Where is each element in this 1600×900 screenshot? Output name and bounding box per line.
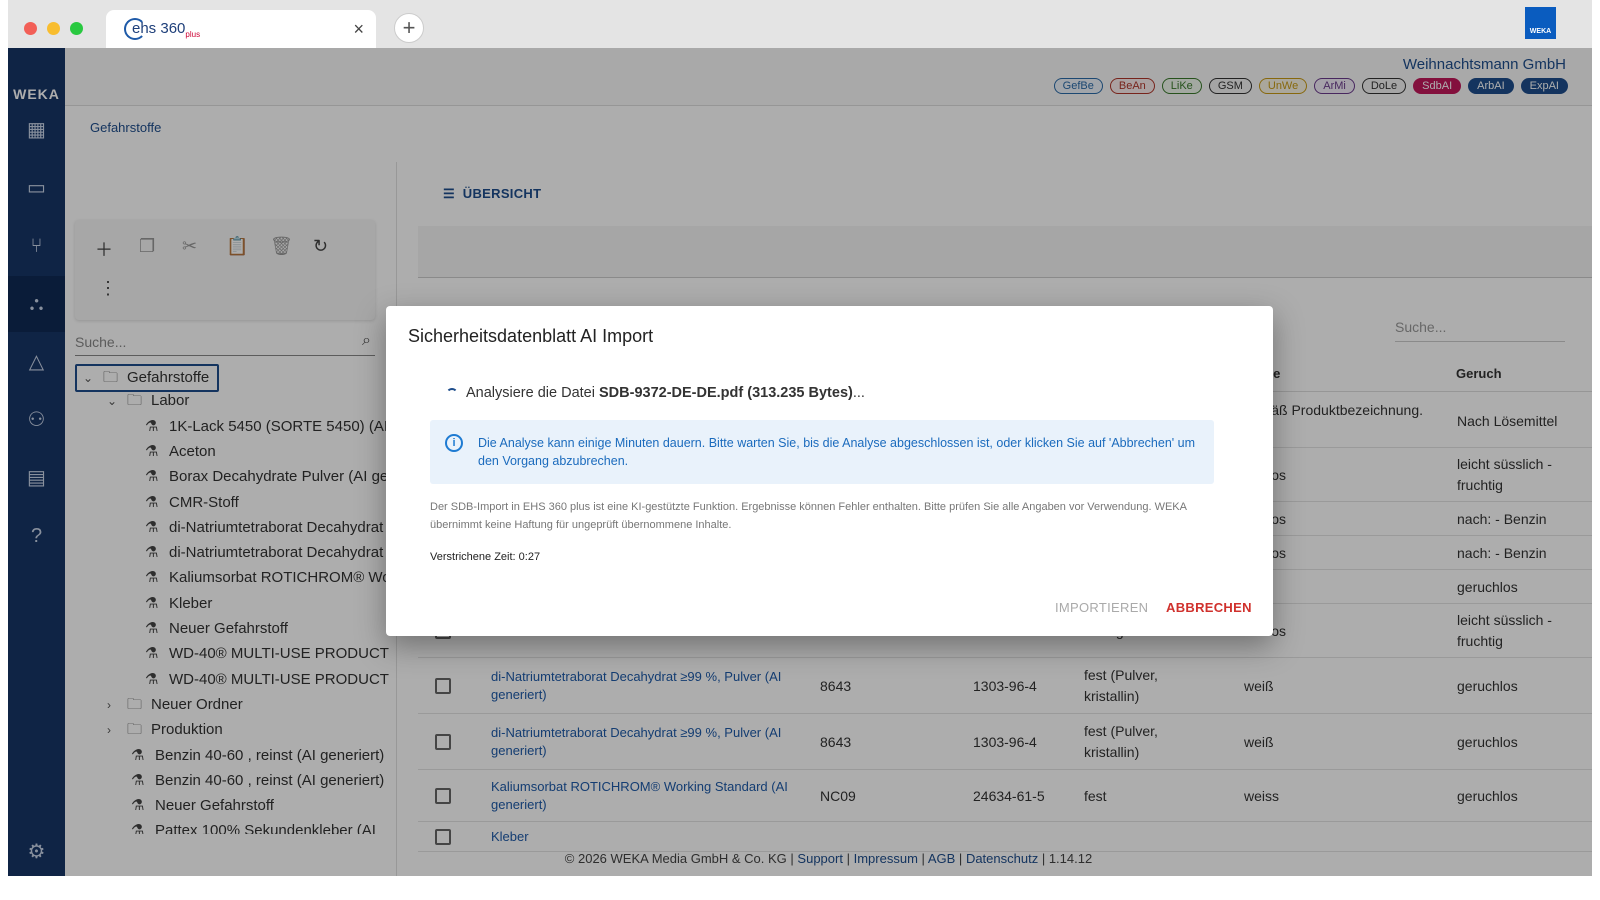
close-tab-icon[interactable]: × xyxy=(353,19,364,40)
info-box: i Die Analyse kann einige Minuten dauern… xyxy=(430,420,1214,484)
tab-title: ehs 360 xyxy=(132,19,186,37)
status-prefix: Analysiere die Datei xyxy=(466,385,599,401)
status-suffix: ... xyxy=(852,385,865,401)
ehs360-logo: ehs 360plus xyxy=(124,18,200,40)
analysis-status: Analysiere die Datei SDB-9372-DE-DE.pdf … xyxy=(466,385,865,401)
info-icon: i xyxy=(445,434,463,452)
maximize-window-button[interactable] xyxy=(70,22,83,35)
info-text: Die Analyse kann einige Minuten dauern. … xyxy=(478,436,1195,468)
disclaimer-text: Der SDB-Import in EHS 360 plus ist eine … xyxy=(430,501,1187,531)
browser-tab[interactable]: ehs 360plus × xyxy=(106,10,376,48)
window-controls xyxy=(24,22,83,35)
new-tab-button[interactable]: + xyxy=(394,13,424,43)
ai-import-dialog: Sicherheitsdatenblatt AI Import Analysie… xyxy=(386,306,1273,636)
elapsed-time: Verstrichene Zeit: 0:27 xyxy=(430,551,541,563)
loading-spinner-icon xyxy=(446,388,458,400)
import-button[interactable]: IMPORTIEREN xyxy=(1055,600,1148,615)
minimize-window-button[interactable] xyxy=(47,22,60,35)
dialog-title: Sicherheitsdatenblatt AI Import xyxy=(408,326,654,346)
browser-chrome: ehs 360plus × + WEKA xyxy=(8,0,1592,48)
file-name: SDB-9372-DE-DE.pdf (313.235 Bytes) xyxy=(599,385,853,401)
close-window-button[interactable] xyxy=(24,22,37,35)
cancel-button[interactable]: ABBRECHEN xyxy=(1166,600,1252,615)
weka-corner-logo: WEKA xyxy=(1525,7,1556,39)
tab-title-suffix: plus xyxy=(185,29,201,39)
